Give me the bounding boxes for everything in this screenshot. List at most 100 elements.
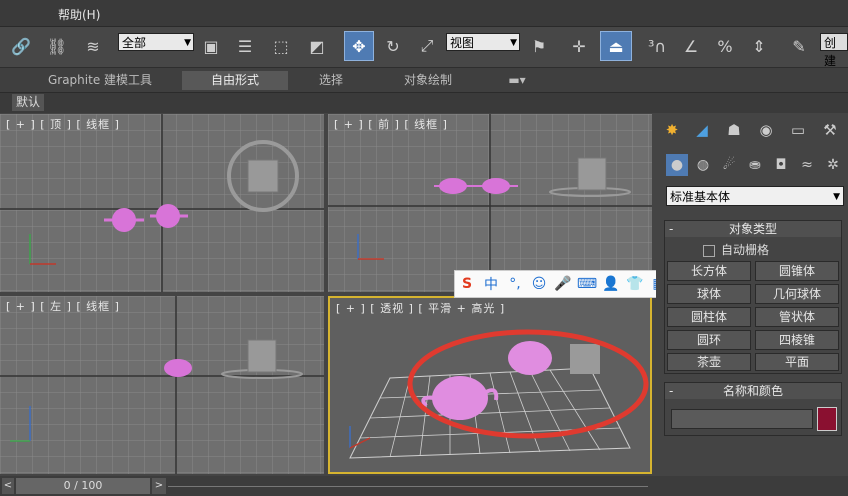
viewport-perspective-label[interactable]: [ + ] [ 透视 ] [ 平滑 + 高光 ] (336, 300, 505, 316)
name-color-header[interactable]: - 名称和颜色 (665, 383, 841, 399)
viewport-perspective[interactable]: [ + ] [ 透视 ] [ 平滑 + 高光 ] (328, 296, 652, 474)
ime-punctuation-label[interactable]: °, (503, 276, 527, 292)
object-color-swatch[interactable] (817, 407, 837, 431)
name-color-rollout: - 名称和颜色 (664, 382, 842, 436)
viewport-left[interactable]: [ + ] [ 左 ] [ 线框 ] (0, 296, 324, 474)
bind-spacewarp-icon[interactable]: ≋ (80, 33, 106, 59)
chevron-down-icon: ▼ (184, 38, 191, 48)
ribbon-tabs: Graphite 建模工具 自由形式 选择 对象绘制 ▬▾ (0, 68, 848, 93)
helpers-icon[interactable]: ◘ (770, 154, 792, 176)
named-selection-set-field[interactable]: 创建 (820, 33, 848, 68)
tab-graphite[interactable]: Graphite 建模工具 (30, 71, 170, 90)
keyboard-icon[interactable]: ⌨ (575, 276, 599, 292)
viewport-front[interactable]: [ + ] [ 前 ] [ 线框 ] (328, 114, 652, 292)
viewport-front-grid (328, 114, 652, 292)
sphere-button[interactable]: 球体 (667, 284, 751, 304)
manipulate-icon[interactable]: ✛ (566, 33, 592, 59)
viewport-top-grid (0, 114, 324, 292)
create-tab-icon[interactable]: ✸ (660, 118, 684, 142)
geosphere-button[interactable]: 几何球体 (755, 284, 839, 304)
box-button[interactable]: 长方体 (667, 261, 751, 281)
tab-object-paint[interactable]: 对象绘制 (380, 71, 476, 90)
primitive-category-dropdown[interactable]: 标准基本体 ▼ (666, 186, 844, 206)
viewport-top-label[interactable]: [ + ] [ 顶 ] [ 线框 ] (6, 116, 120, 132)
move-icon[interactable]: ✥ (344, 31, 374, 61)
rotate-icon[interactable]: ↻ (380, 33, 406, 59)
keyboard-shortcut-override-icon[interactable]: ⏏ (600, 31, 632, 61)
viewport-left-grid (0, 296, 324, 474)
next-frame-icon[interactable]: > (152, 478, 166, 494)
scale-icon[interactable]: ⤢ (414, 33, 440, 59)
tab-selection[interactable]: 选择 (300, 71, 362, 90)
cylinder-button[interactable]: 圆柱体 (667, 307, 751, 327)
chevron-down-icon: ▼ (833, 192, 840, 202)
autogrid-label: 自动栅格 (721, 243, 770, 257)
microphone-icon[interactable]: 🎤 (551, 276, 575, 292)
object-type-title: 对象类型 (728, 222, 777, 236)
edit-named-selection-icon[interactable]: ✎ (786, 33, 812, 59)
viewport-left-label[interactable]: [ + ] [ 左 ] [ 线框 ] (6, 298, 120, 314)
name-color-title: 名称和颜色 (722, 384, 783, 398)
hierarchy-tab-icon[interactable]: ☗ (722, 118, 746, 142)
chevron-down-icon: ▼ (510, 38, 517, 48)
menu-help[interactable]: 帮助(H) (58, 6, 100, 23)
ribbon-subbar: 默认 (0, 93, 848, 113)
viewport-perspective-scene (349, 329, 649, 459)
emoji-icon[interactable]: ☺ (527, 276, 551, 292)
pyramid-button[interactable]: 四棱锥 (755, 330, 839, 350)
autogrid-checkbox[interactable]: 自动栅格 (703, 241, 769, 258)
percent-snap-icon[interactable]: % (712, 33, 738, 59)
motion-tab-icon[interactable]: ◉ (754, 118, 778, 142)
tab-default[interactable]: 默认 (12, 94, 45, 111)
window-crossing-icon[interactable]: ◩ (304, 33, 330, 59)
viewport-front-label[interactable]: [ + ] [ 前 ] [ 线框 ] (334, 116, 448, 132)
sogou-logo-icon[interactable]: S (455, 276, 479, 292)
viewport-top[interactable]: [ + ] [ 顶 ] [ 线框 ] (0, 114, 324, 292)
modify-tab-icon[interactable]: ◢ (690, 118, 714, 142)
spacewarps-icon[interactable]: ≈ (796, 154, 818, 176)
command-panel: ✸ ◢ ☗ ◉ ▭ ⚒ ● ◍ ☄ ⛂ ◘ ≈ ✲ 标准基本体 ▼ - 对象类型 … (656, 114, 848, 496)
object-name-field[interactable] (671, 409, 813, 429)
reference-coordinate-dropdown[interactable]: 视图 ▼ (446, 33, 520, 51)
cone-button[interactable]: 圆锥体 (755, 261, 839, 281)
tab-freeform[interactable]: 自由形式 (182, 71, 288, 90)
snap-3d-icon[interactable]: ³∩ (644, 33, 670, 59)
spinner-snap-icon[interactable]: ⇕ (746, 33, 772, 59)
link-icon[interactable]: 🔗 (8, 33, 34, 59)
ime-mode-label[interactable]: 中 (479, 274, 503, 294)
checkbox-icon[interactable] (703, 244, 715, 257)
teapot-button[interactable]: 茶壶 (667, 353, 751, 371)
unlink-icon[interactable]: ⛓ (44, 33, 70, 59)
systems-icon[interactable]: ✲ (822, 154, 844, 176)
pivot-center-icon[interactable]: ⚑ (526, 33, 552, 59)
ime-toolbar: S 中 °, ☺ 🎤 ⌨ 👤 👕 ▦ (454, 270, 682, 298)
menu-bar: 帮助(H) (0, 0, 848, 27)
plane-button[interactable]: 平面 (755, 353, 839, 371)
skin-icon[interactable]: 👕 (623, 276, 647, 292)
torus-button[interactable]: 圆环 (667, 330, 751, 350)
object-type-rollout: - 对象类型 自动栅格 长方体 圆锥体 球体 几何球体 圆柱体 管状体 圆环 四棱… (664, 220, 842, 374)
selection-filter-dropdown[interactable]: 全部 ▼ (118, 33, 194, 51)
select-object-icon[interactable]: ▣ (198, 33, 224, 59)
angle-snap-icon[interactable]: ∠ (678, 33, 704, 59)
ribbon-options-icon[interactable]: ▬▾ (500, 71, 534, 90)
user-icon[interactable]: 👤 (599, 276, 623, 292)
geometry-icon[interactable]: ● (666, 154, 688, 176)
primitive-category-value: 标准基本体 (670, 190, 731, 204)
timeline-track[interactable] (168, 486, 648, 487)
main-toolbar: 🔗 ⛓ ≋ 全部 ▼ ▣ ☰ ⬚ ◩ ✥ ↻ ⤢ 视图 ▼ ⚑ ✛ ⏏ ³∩ ∠ %… (0, 27, 848, 68)
named-selection-set-value: 创建 (824, 36, 837, 68)
lights-icon[interactable]: ☄ (718, 154, 740, 176)
shapes-icon[interactable]: ◍ (692, 154, 714, 176)
object-type-header[interactable]: - 对象类型 (665, 221, 841, 237)
select-by-name-icon[interactable]: ☰ (232, 33, 258, 59)
cameras-icon[interactable]: ⛂ (744, 154, 766, 176)
frame-counter[interactable]: 0 / 100 (16, 478, 150, 494)
utilities-tab-icon[interactable]: ⚒ (818, 118, 842, 142)
prev-frame-icon[interactable]: < (2, 478, 14, 494)
rectangular-selection-icon[interactable]: ⬚ (268, 33, 294, 59)
display-tab-icon[interactable]: ▭ (786, 118, 810, 142)
time-slider[interactable]: < 0 / 100 > (0, 476, 848, 496)
reference-coordinate-value: 视图 (450, 36, 475, 50)
tube-button[interactable]: 管状体 (755, 307, 839, 327)
